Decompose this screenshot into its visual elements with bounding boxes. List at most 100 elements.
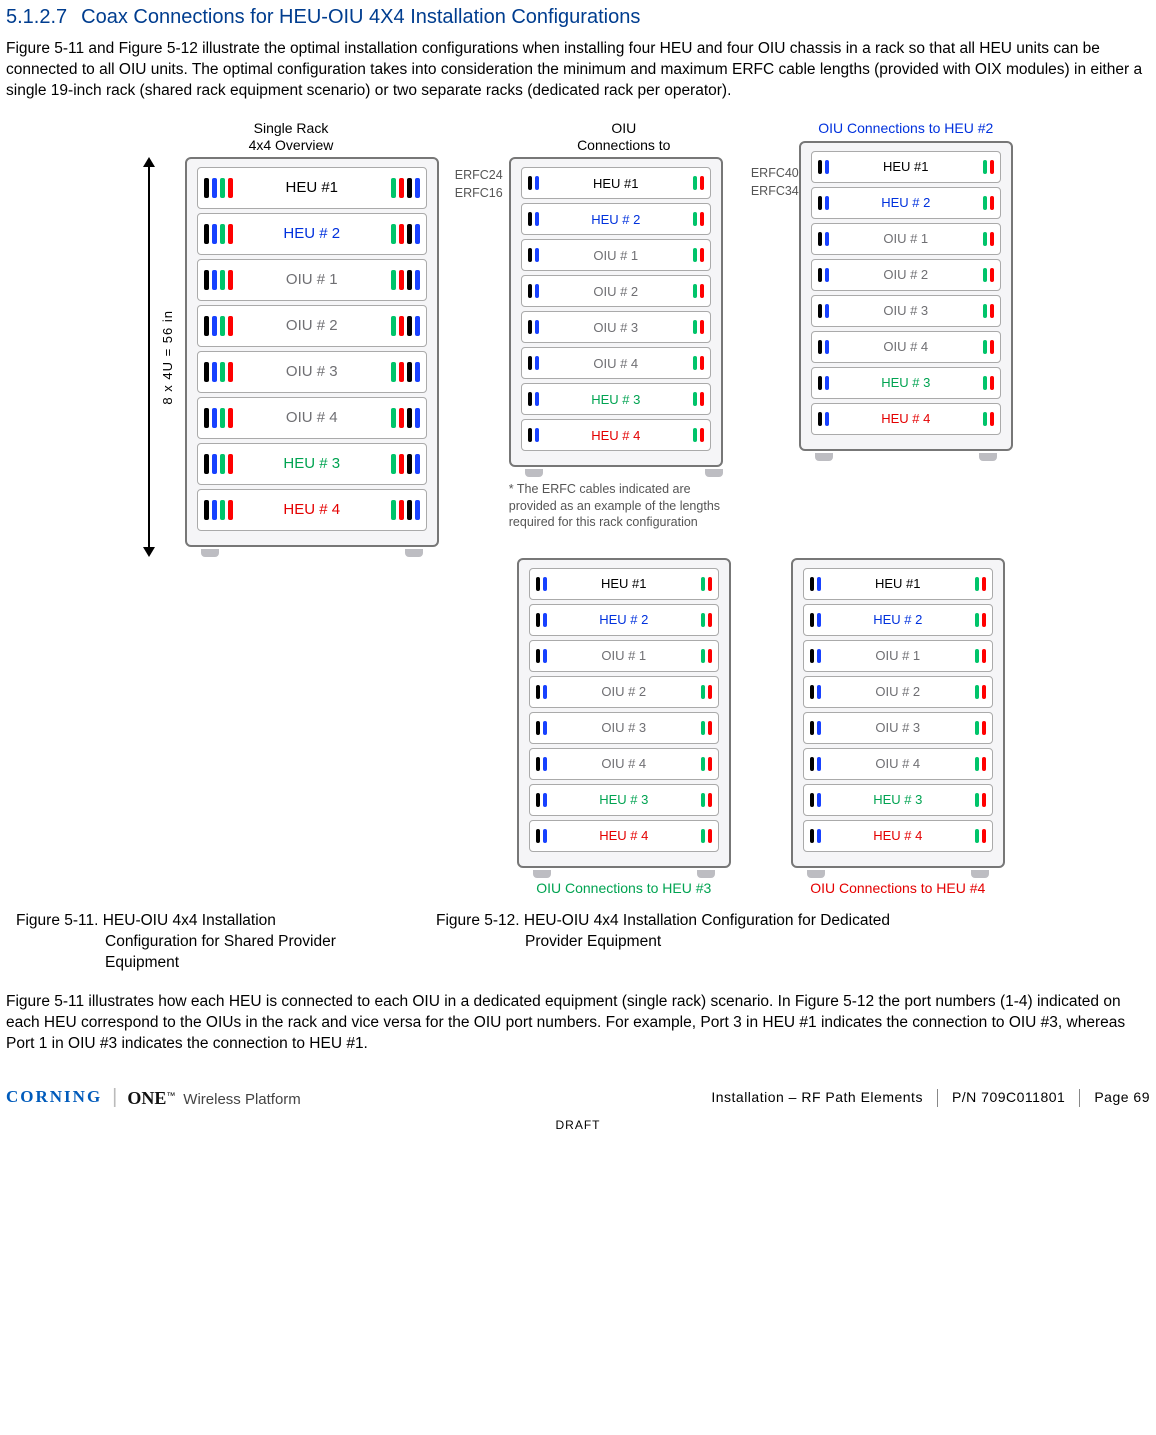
port-set-left	[204, 224, 233, 244]
port-set-right	[975, 829, 986, 843]
erfc-footnote: * The ERFC cables indicated are provided…	[509, 481, 739, 530]
rack-unit: HEU #1	[197, 167, 427, 209]
port-set-left	[810, 577, 821, 591]
unit-label: OIU # 1	[835, 230, 977, 248]
rack-unit: HEU # 2	[197, 213, 427, 255]
unit-label: HEU # 2	[835, 194, 977, 212]
port-set-left	[536, 829, 547, 843]
port-set-right	[983, 412, 994, 426]
port-set-left	[818, 376, 829, 390]
unit-label: OIU # 3	[835, 302, 977, 320]
unit-label: OIU # 2	[239, 316, 385, 336]
port-set-right	[391, 316, 420, 336]
port-set-right	[983, 304, 994, 318]
dimension-label: 8 x 4U = 56 in	[159, 310, 177, 405]
unit-label: OIU # 3	[545, 319, 687, 337]
rack-title-tr: OIU Connections to HEU #2	[799, 120, 1013, 137]
caption-5-11: Figure 5-11. HEU-OIU 4x4 Installation Co…	[16, 911, 396, 974]
port-set-right	[391, 408, 420, 428]
rack-unit: HEU #1	[529, 568, 719, 600]
port-set-right	[693, 176, 704, 190]
unit-label: HEU # 2	[827, 611, 969, 629]
footer-section: Installation – RF Path Elements	[711, 1088, 923, 1107]
port-set-left	[204, 500, 233, 520]
rack-unit: OIU # 1	[197, 259, 427, 301]
port-set-right	[693, 248, 704, 262]
unit-label: HEU #1	[835, 158, 977, 176]
rack-heu4: HEU #1HEU # 2OIU # 1OIU # 2OIU # 3OIU # …	[791, 558, 1005, 868]
port-set-right	[391, 270, 420, 290]
rack-unit: OIU # 3	[803, 712, 993, 744]
figure-captions: Figure 5-11. HEU-OIU 4x4 Installation Co…	[16, 911, 1150, 974]
rack-unit: OIU # 4	[811, 331, 1001, 363]
draft-label: DRAFT	[6, 1117, 1150, 1133]
unit-label: OIU # 1	[545, 247, 687, 265]
paragraph-intro: Figure 5-11 and Figure 5-12 illustrate t…	[6, 39, 1150, 102]
port-set-left	[528, 428, 539, 442]
port-set-right	[693, 320, 704, 334]
rack-title-tl-l2: Connections to	[509, 137, 739, 154]
unit-label: OIU # 2	[835, 266, 977, 284]
rack-unit: HEU # 4	[529, 820, 719, 852]
unit-label: HEU #1	[239, 178, 385, 198]
paragraph-closing: Figure 5-11 illustrates how each HEU is …	[6, 992, 1150, 1055]
port-set-left	[204, 454, 233, 474]
port-set-right	[975, 577, 986, 591]
port-set-left	[528, 356, 539, 370]
unit-label: HEU # 3	[545, 391, 687, 409]
section-title: Coax Connections for HEU-OIU 4X4 Install…	[81, 6, 640, 28]
port-set-left	[810, 649, 821, 663]
rack-title-left: Single Rack 4x4 Overview	[249, 120, 334, 154]
caption-5-11-l2: Configuration for Shared Provider Equipm…	[16, 932, 396, 974]
brand-one: ONE	[127, 1088, 166, 1108]
rack-unit: HEU # 4	[811, 403, 1001, 435]
rack-unit: OIU # 3	[811, 295, 1001, 327]
rack-unit: OIU # 1	[529, 640, 719, 672]
port-set-left	[810, 793, 821, 807]
unit-label: OIU # 2	[827, 683, 969, 701]
port-set-left	[536, 613, 547, 627]
port-set-right	[693, 356, 704, 370]
port-set-left	[528, 176, 539, 190]
port-set-left	[528, 320, 539, 334]
port-set-left	[204, 316, 233, 336]
rack-unit: HEU #1	[811, 151, 1001, 183]
rack-single: HEU #1HEU # 2OIU # 1OIU # 2OIU # 3OIU # …	[185, 157, 439, 547]
unit-label: HEU # 2	[545, 211, 687, 229]
port-set-left	[528, 212, 539, 226]
rack-unit: OIU # 4	[803, 748, 993, 780]
rack-unit: HEU #1	[521, 167, 711, 199]
port-set-left	[810, 757, 821, 771]
rack-unit: HEU # 3	[521, 383, 711, 415]
rack-caption-br: OIU Connections to HEU #4	[791, 880, 1005, 897]
rack-unit: OIU # 4	[529, 748, 719, 780]
port-set-right	[391, 178, 420, 198]
port-set-left	[810, 721, 821, 735]
port-set-right	[701, 577, 712, 591]
rack-unit: HEU # 2	[529, 604, 719, 636]
port-set-right	[975, 793, 986, 807]
rack-unit: HEU # 4	[803, 820, 993, 852]
port-set-right	[983, 340, 994, 354]
port-set-right	[701, 793, 712, 807]
port-set-left	[528, 284, 539, 298]
rack-unit: OIU # 2	[197, 305, 427, 347]
unit-label: HEU # 2	[239, 224, 385, 244]
port-set-left	[536, 757, 547, 771]
port-set-right	[701, 721, 712, 735]
rack-title-line1: Single Rack	[249, 120, 334, 137]
erfc-right-bot: ERFC34	[751, 183, 799, 200]
port-set-right	[983, 196, 994, 210]
port-set-left	[536, 721, 547, 735]
port-set-right	[391, 454, 420, 474]
port-set-left	[810, 613, 821, 627]
rack-unit: HEU # 2	[811, 187, 1001, 219]
unit-label: OIU # 4	[553, 755, 695, 773]
rack-unit: HEU # 4	[521, 419, 711, 451]
port-set-right	[693, 284, 704, 298]
unit-label: OIU # 2	[553, 683, 695, 701]
port-set-left	[528, 392, 539, 406]
port-set-right	[975, 721, 986, 735]
rack-title-line2: 4x4 Overview	[249, 137, 334, 154]
unit-label: HEU # 3	[827, 791, 969, 809]
